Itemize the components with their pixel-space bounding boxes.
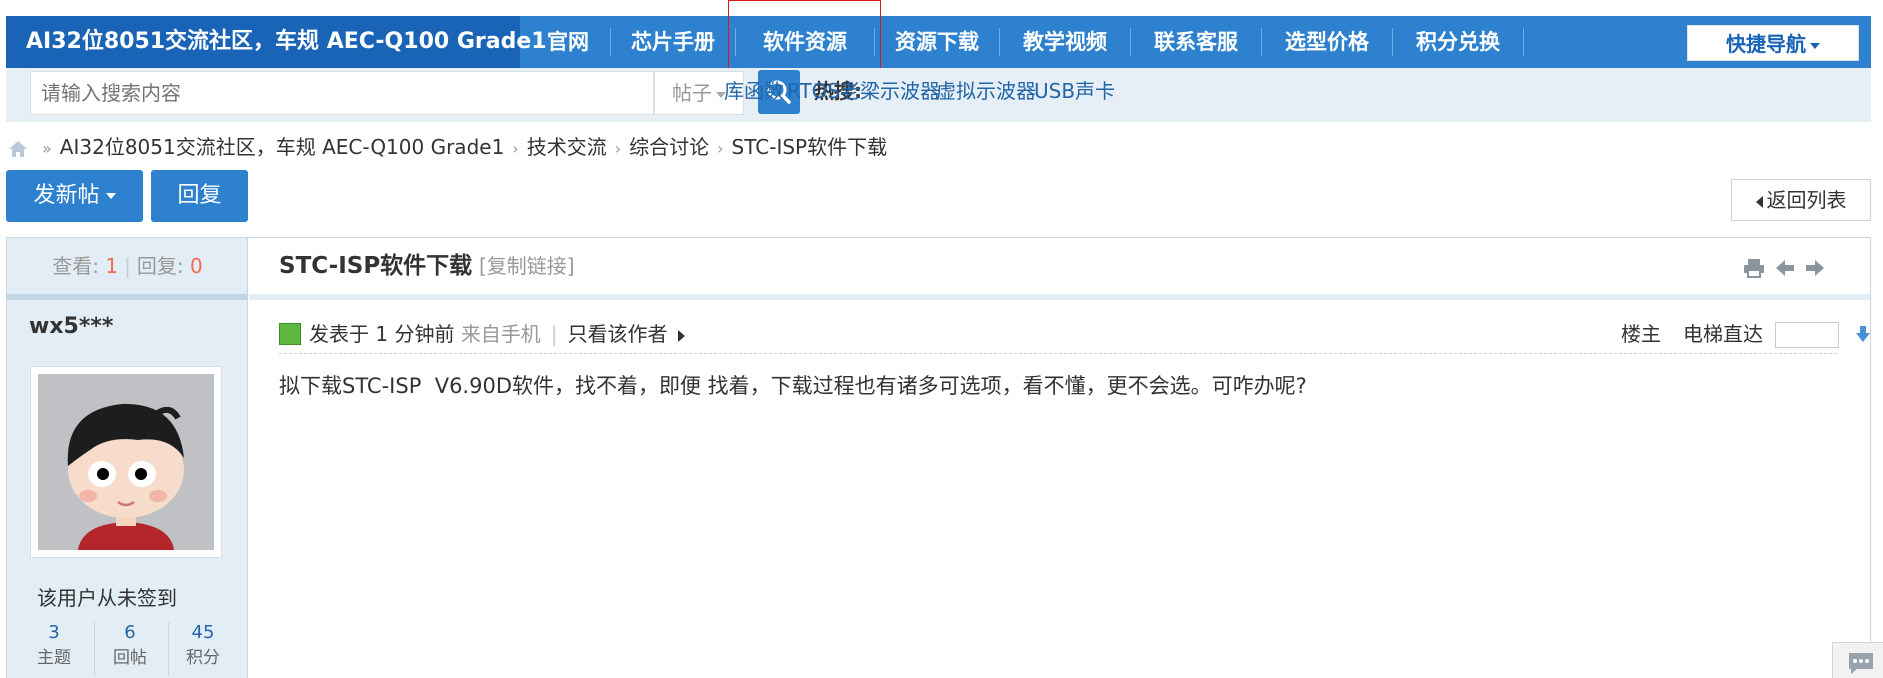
post-body: 拟下载STC-ISP V6.90D软件，找不着，即便 找着，下载过程也有诸多可选… bbox=[279, 374, 1307, 398]
breadcrumb-item-current[interactable]: STC-ISP软件下载 bbox=[732, 135, 888, 159]
chat-icon bbox=[1849, 653, 1873, 674]
elevator-label: 电梯直达 bbox=[1683, 322, 1763, 346]
user-stat-label: 积分 bbox=[186, 648, 220, 668]
nav-item-official[interactable]: 官网 bbox=[526, 16, 610, 68]
breadcrumb-item[interactable]: 技术交流 bbox=[527, 135, 607, 159]
breadcrumb-separator: › bbox=[512, 139, 519, 158]
post-content-column: STC-ISP软件下载 [复制链接] 发表于 1 分钟前 来自手机 | 只看该作者 … bbox=[249, 238, 1870, 678]
back-to-list-label: 返回列表 bbox=[1766, 188, 1847, 212]
nav-item-pricing[interactable]: 选型价格 bbox=[1262, 16, 1392, 68]
nav-item-points[interactable]: 积分兑换 bbox=[1393, 16, 1523, 68]
post-meta-row: 发表于 1 分钟前 来自手机 | 只看该作者 楼主 电梯直达 bbox=[279, 314, 1870, 354]
avatar-image bbox=[38, 374, 214, 550]
search-box bbox=[30, 71, 654, 115]
author-name[interactable]: wx5*** bbox=[29, 314, 113, 339]
search-scope-value: 帖子 bbox=[672, 81, 712, 105]
back-to-list-button[interactable]: 返回列表 bbox=[1731, 179, 1871, 221]
breadcrumb-separator: › bbox=[614, 139, 622, 158]
user-stat-value: 6 bbox=[124, 622, 136, 643]
nav-item-software[interactable]: 软件资源 bbox=[736, 16, 874, 68]
new-post-label: 发新帖 bbox=[33, 183, 100, 208]
user-stat-posts[interactable]: 6 回帖 bbox=[95, 620, 165, 670]
elevator-input[interactable] bbox=[1775, 322, 1839, 348]
nav-item-downloads[interactable]: 资源下载 bbox=[875, 16, 999, 68]
signin-status: 该用户从未签到 bbox=[37, 586, 177, 610]
online-status-icon bbox=[279, 323, 301, 345]
arrow-left-icon[interactable] bbox=[1775, 258, 1795, 278]
floor-label: 楼主 bbox=[1621, 322, 1661, 346]
author-sidebar: 查看: 1 | 回复: 0 wx5*** 该用户从未签到 3 主题 6 回帖 4… bbox=[7, 238, 248, 678]
quick-nav-label: 快捷导航 bbox=[1726, 32, 1806, 56]
hot-search-link[interactable]: 老梁示波器 bbox=[840, 68, 940, 114]
reply-button[interactable]: 回复 bbox=[151, 170, 248, 222]
post-meta: 发表于 1 分钟前 来自手机 | 只看该作者 bbox=[309, 314, 685, 354]
chevron-left-icon bbox=[1755, 195, 1763, 208]
arrow-down-icon[interactable] bbox=[1855, 325, 1871, 343]
search-input[interactable] bbox=[31, 72, 651, 114]
post-title: STC-ISP软件下载 bbox=[279, 253, 473, 279]
top-nav-bar: AI32位8051交流社区，车规 AEC-Q100 Grade1 官网 芯片手册… bbox=[6, 16, 1871, 68]
replies-count: 0 bbox=[189, 254, 203, 278]
divider bbox=[7, 294, 248, 300]
caret-right-icon bbox=[677, 329, 685, 342]
breadcrumb-separator: » bbox=[42, 139, 52, 158]
user-stat-label: 回帖 bbox=[113, 648, 147, 668]
only-author-link[interactable]: 只看该作者 bbox=[568, 322, 668, 346]
views-label: 查看: bbox=[52, 254, 100, 278]
hot-search-link[interactable]: 虚拟示波器 bbox=[936, 68, 1036, 114]
breadcrumb-item[interactable]: AI32位8051交流社区，车规 AEC-Q100 Grade1 bbox=[60, 135, 505, 159]
avatar[interactable] bbox=[30, 366, 222, 558]
search-bar: 帖子 热搜: 库函数 RTOS 老梁示波器 虚拟示波器 USB声卡 bbox=[6, 68, 1871, 122]
print-icon[interactable] bbox=[1743, 258, 1765, 278]
post-container: 查看: 1 | 回复: 0 wx5*** 该用户从未签到 3 主题 6 回帖 4… bbox=[6, 237, 1871, 678]
breadcrumb-separator: › bbox=[717, 139, 724, 158]
thread-stats: 查看: 1 | 回复: 0 bbox=[52, 254, 203, 278]
user-stat-label: 主题 bbox=[37, 648, 71, 668]
quick-nav-button[interactable]: 快捷导航 bbox=[1687, 25, 1859, 61]
cartoon-avatar-icon bbox=[38, 374, 214, 550]
hot-search-link[interactable]: USB声卡 bbox=[1034, 68, 1115, 114]
nav-item-chip-manual[interactable]: 芯片手册 bbox=[611, 16, 735, 68]
arrow-right-icon[interactable] bbox=[1805, 258, 1825, 278]
nav-item-videos[interactable]: 教学视频 bbox=[1000, 16, 1130, 68]
posted-prefix: 发表于 bbox=[309, 322, 369, 346]
breadcrumb-item[interactable]: 综合讨论 bbox=[629, 135, 709, 159]
new-post-button[interactable]: 发新帖 bbox=[6, 170, 143, 222]
views-count: 1 bbox=[105, 254, 119, 278]
hot-search-link[interactable]: 库函数 bbox=[724, 68, 784, 114]
divider bbox=[249, 294, 1870, 300]
nav-separator bbox=[1523, 28, 1524, 56]
site-brand[interactable]: AI32位8051交流社区，车规 AEC-Q100 Grade1 bbox=[6, 16, 547, 68]
nav-item-contact[interactable]: 联系客服 bbox=[1131, 16, 1261, 68]
chevron-down-icon bbox=[105, 193, 116, 199]
user-stat-topics[interactable]: 3 主题 bbox=[19, 620, 89, 670]
breadcrumb: » AI32位8051交流社区，车规 AEC-Q100 Grade1 › 技术交流 › 综… bbox=[8, 132, 887, 162]
post-title-row: STC-ISP软件下载 [复制链接] bbox=[249, 238, 1870, 294]
replies-label: 回复: bbox=[136, 254, 184, 278]
post-source: 来自手机 bbox=[460, 322, 541, 346]
chevron-down-icon bbox=[1810, 42, 1820, 49]
user-stat-points[interactable]: 45 积分 bbox=[168, 620, 238, 670]
user-stat-value: 3 bbox=[48, 622, 60, 643]
hot-search-link[interactable]: RTOS bbox=[787, 68, 840, 114]
copy-link-button[interactable]: [复制链接] bbox=[479, 238, 575, 294]
user-stat-value: 45 bbox=[191, 622, 215, 643]
chat-button[interactable] bbox=[1832, 642, 1883, 678]
post-time: 1 分钟前 bbox=[375, 322, 455, 346]
home-icon[interactable] bbox=[8, 140, 28, 158]
